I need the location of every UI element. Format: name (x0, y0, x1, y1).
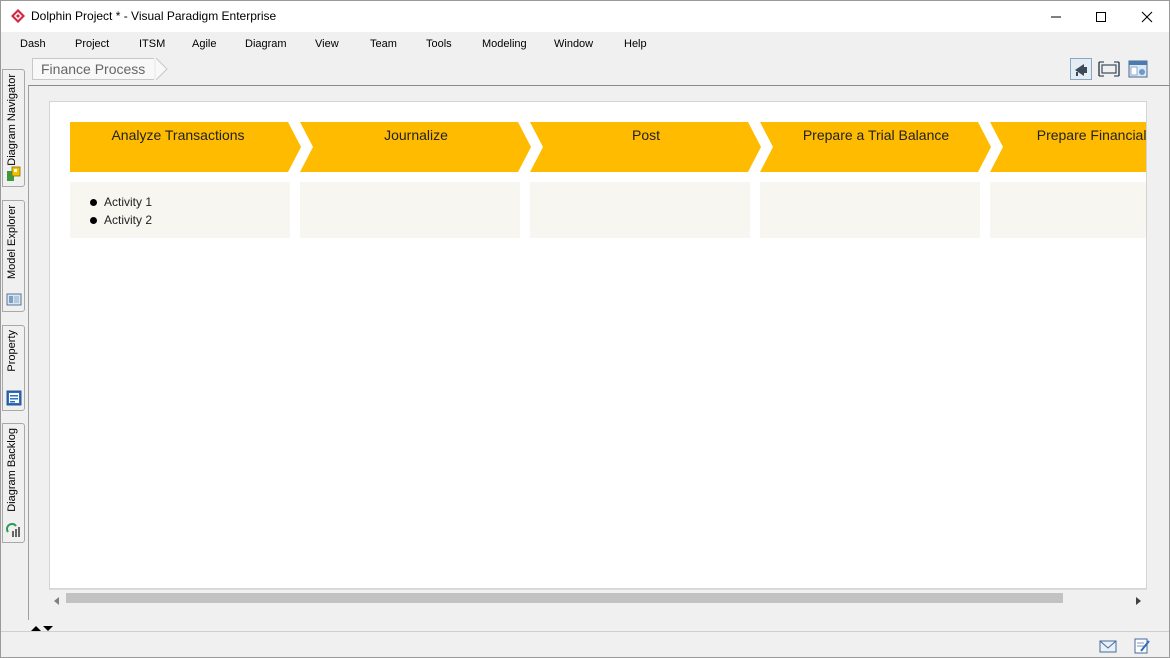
menu-help[interactable]: Help (624, 38, 647, 50)
process-stage-head[interactable]: Post (530, 122, 762, 172)
tab-model-explorer-label: Model Explorer (6, 205, 18, 279)
menu-team[interactable]: Team (370, 38, 397, 50)
process-stage-head[interactable]: Prepare a Trial Balance (760, 122, 992, 172)
process-stage-body[interactable] (760, 182, 980, 238)
menu-window[interactable]: Window (554, 38, 593, 50)
process-stage-label: Journalize (384, 127, 448, 143)
diagram-backlog-icon (6, 522, 22, 538)
mail-icon[interactable] (1099, 638, 1117, 654)
note-edit-icon[interactable] (1133, 638, 1151, 654)
process-stage-body[interactable] (300, 182, 520, 238)
activity-list: Activity 1 Activity 2 (70, 182, 290, 229)
process-stage-body[interactable] (990, 182, 1146, 238)
process-stage-body[interactable] (530, 182, 750, 238)
menu-modeling[interactable]: Modeling (482, 38, 527, 50)
close-button[interactable] (1124, 1, 1169, 32)
minimize-button[interactable] (1033, 1, 1079, 32)
process-stage-body[interactable]: Activity 1 Activity 2 (70, 182, 290, 238)
diagram-navigator-icon (6, 166, 22, 182)
fit-diagram-icon[interactable] (1098, 58, 1120, 80)
menu-itsm[interactable]: ITSM (139, 38, 165, 50)
tab-diagram-backlog-label: Diagram Backlog (6, 428, 18, 512)
diagram-canvas[interactable]: Analyze Transactions Activity 1 Activity… (49, 101, 1147, 589)
breadcrumb-finance-process[interactable]: Finance Process (32, 58, 155, 80)
property-icon (6, 390, 22, 406)
app-window: Dolphin Project * - Visual Paradigm Ente… (0, 0, 1170, 658)
visual-paradigm-logo-icon (10, 8, 26, 24)
process-stage-label: Post (631, 127, 660, 143)
model-explorer-icon (6, 291, 22, 307)
tab-diagram-navigator[interactable]: Diagram Navigator (2, 69, 25, 187)
layer-icon[interactable] (1127, 58, 1149, 80)
announce-icon[interactable] (1070, 58, 1092, 80)
scroll-left-icon[interactable] (54, 594, 60, 608)
maximize-button[interactable] (1078, 1, 1124, 32)
scrollbar-thumb[interactable] (66, 593, 1063, 603)
title-bar: Dolphin Project * - Visual Paradigm Ente… (1, 1, 1169, 32)
menu-agile[interactable]: Agile (192, 38, 216, 50)
tab-diagram-navigator-label: Diagram Navigator (6, 74, 18, 166)
breadcrumb-arrow-icon (155, 57, 168, 83)
menu-dash[interactable]: Dash (20, 38, 46, 50)
menu-project[interactable]: Project (75, 38, 109, 50)
process-stage-head[interactable]: Prepare Financial Stat (990, 122, 1147, 172)
tab-property-label: Property (6, 330, 18, 372)
tab-property[interactable]: Property (2, 325, 25, 411)
menu-view[interactable]: View (315, 38, 339, 50)
process-stage-label: Prepare Financial Stat (1036, 127, 1147, 143)
process-stage-head[interactable]: Analyze Transactions (70, 122, 302, 172)
tab-model-explorer[interactable]: Model Explorer (2, 200, 25, 312)
menu-tools[interactable]: Tools (426, 38, 452, 50)
scroll-right-icon[interactable] (1136, 594, 1142, 608)
activity-item[interactable]: Activity 1 (90, 193, 290, 211)
window-title: Dolphin Project * - Visual Paradigm Ente… (31, 9, 277, 23)
menu-diagram[interactable]: Diagram (245, 38, 287, 50)
process-stage-head[interactable]: Journalize (300, 122, 532, 172)
process-stage-label: Analyze Transactions (111, 127, 245, 143)
horizontal-scrollbar[interactable] (49, 589, 1147, 605)
menu-bar: Dash Project ITSM Agile Diagram View Tea… (1, 32, 1169, 56)
process-stage-label: Prepare a Trial Balance (802, 127, 950, 143)
breadcrumb-label: Finance Process (41, 61, 146, 77)
status-bar (1, 631, 1169, 657)
activity-item[interactable]: Activity 2 (90, 211, 290, 229)
tab-diagram-backlog[interactable]: Diagram Backlog (2, 423, 25, 543)
